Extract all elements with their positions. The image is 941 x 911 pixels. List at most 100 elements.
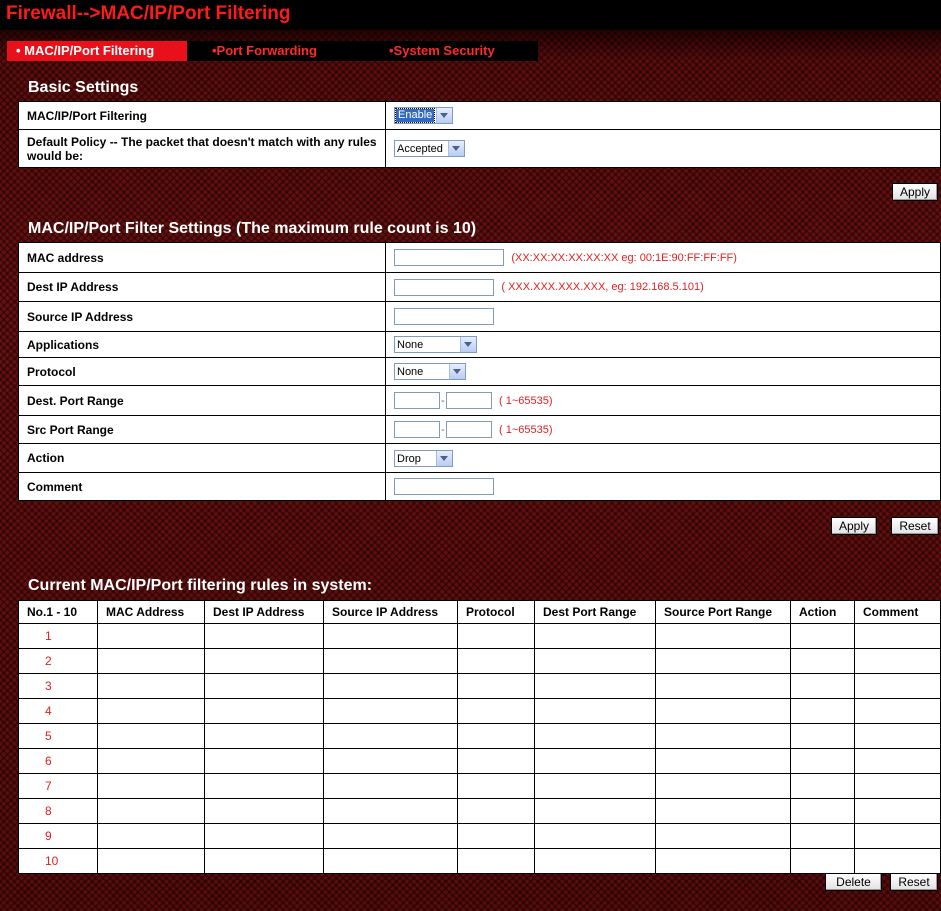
mac-address-input[interactable] [394, 249, 504, 266]
filter-reset-button[interactable]: Reset [891, 517, 939, 535]
table-cell [457, 823, 535, 849]
table-cell [97, 773, 205, 799]
table-cell [204, 623, 324, 649]
table-row: 3 [18, 673, 941, 699]
table-cell [655, 823, 791, 849]
rules-heading: Current MAC/IP/Port filtering rules in s… [28, 577, 373, 594]
dest-port-end-input[interactable] [445, 392, 492, 409]
table-cell [854, 698, 941, 724]
column-header: Source IP Address [323, 600, 458, 624]
table-cell [457, 848, 535, 874]
table-cell [790, 648, 855, 674]
table-cell [323, 623, 458, 649]
delete-button[interactable]: Delete [825, 873, 882, 891]
tab-port-forwarding[interactable]: •Port Forwarding [212, 41, 317, 61]
src-port-end-input[interactable] [445, 421, 492, 438]
table-cell [323, 748, 458, 774]
table-cell [323, 648, 458, 674]
table-cell [323, 773, 458, 799]
default-policy-label: Default Policy -- The packet that doesn'… [18, 129, 386, 168]
column-header: No.1 - 10 [18, 600, 98, 624]
table-cell [204, 773, 324, 799]
action-label: Action [18, 443, 386, 473]
table-cell [655, 673, 791, 699]
dest-ip-input[interactable] [394, 278, 494, 296]
mac-address-hint: (XX:XX:XX:XX:XX:XX eg: 00:1E:90:FF:FF:FF… [511, 251, 737, 264]
applications-select[interactable]: None [394, 336, 477, 353]
table-cell [457, 773, 535, 799]
rules-reset-button[interactable]: Reset [890, 873, 938, 891]
table-cell [323, 798, 458, 824]
table-cell [655, 798, 791, 824]
table-cell [323, 698, 458, 724]
src-port-range-label: Src Port Range [18, 415, 386, 444]
table-cell [204, 798, 324, 824]
filter-settings-table: MAC address (XX:XX:XX:XX:XX:XX eg: 00:1E… [18, 242, 941, 501]
source-ip-label: Source IP Address [18, 301, 386, 332]
filter-apply-button[interactable]: Apply [831, 517, 877, 535]
table-cell [457, 623, 535, 649]
table-cell [323, 848, 458, 874]
dest-ip-label: Dest IP Address [18, 272, 386, 302]
dest-port-start-input[interactable] [394, 392, 440, 409]
rule-number: 8 [18, 798, 98, 824]
chevron-down-icon [436, 450, 452, 466]
default-policy-select[interactable]: Accepted [394, 140, 465, 157]
table-row: 4 [18, 698, 941, 724]
applications-selected-value: None [397, 339, 424, 351]
basic-settings-table: MAC/IP/Port Filtering Enable Default Pol… [18, 101, 941, 168]
tab-mac-ip-port-filtering[interactable]: • MAC/IP/Port Filtering [7, 41, 187, 61]
rule-number: 5 [18, 723, 98, 749]
table-cell [97, 848, 205, 874]
table-cell [534, 748, 656, 774]
table-cell [854, 623, 941, 649]
rule-number: 3 [18, 673, 98, 699]
action-select[interactable]: Drop [394, 449, 453, 467]
column-header: Dest IP Address [204, 600, 324, 624]
table-cell [854, 673, 941, 699]
table-cell [854, 773, 941, 799]
column-header: Comment [854, 600, 941, 624]
table-cell [97, 698, 205, 724]
table-cell [534, 798, 656, 824]
basic-settings-heading: Basic Settings [28, 79, 139, 96]
rule-number: 6 [18, 748, 98, 774]
table-cell [655, 623, 791, 649]
protocol-select[interactable]: None [394, 363, 466, 380]
rule-number: 7 [18, 773, 98, 799]
column-header: Dest Port Range [534, 600, 656, 624]
src-port-start-input[interactable] [394, 421, 440, 438]
table-cell [204, 698, 324, 724]
table-cell [854, 848, 941, 874]
filtering-select[interactable]: Enable [394, 107, 453, 124]
range-dash: - [441, 394, 445, 407]
dest-ip-hint: ( XXX.XXX.XXX.XXX, eg: 192.168.5.101) [501, 281, 704, 293]
table-cell [204, 823, 324, 849]
basic-apply-button[interactable]: Apply [892, 183, 938, 201]
table-cell [854, 798, 941, 824]
action-selected-value: Drop [397, 452, 421, 465]
table-cell [655, 648, 791, 674]
source-ip-input[interactable] [394, 308, 494, 325]
rule-number: 9 [18, 823, 98, 849]
column-header: MAC Address [97, 600, 205, 624]
table-row: 5 [18, 723, 941, 749]
table-cell [790, 673, 855, 699]
table-cell [790, 798, 855, 824]
default-policy-selected-value: Accepted [397, 143, 443, 155]
table-cell [790, 848, 855, 874]
table-cell [97, 748, 205, 774]
range-dash: - [441, 423, 445, 436]
page-title: Firewall-->MAC/IP/Port Filtering [6, 3, 291, 24]
tab-bar: • MAC/IP/Port Filtering •Port Forwarding… [7, 41, 538, 61]
tab-system-security[interactable]: •System Security [389, 41, 495, 61]
rule-number: 10 [18, 848, 98, 874]
table-cell [457, 648, 535, 674]
table-cell [457, 698, 535, 724]
rule-number: 4 [18, 698, 98, 724]
comment-input[interactable] [394, 478, 494, 495]
table-cell [790, 698, 855, 724]
table-cell [204, 748, 324, 774]
protocol-label: Protocol [18, 357, 386, 386]
table-row: 1 [18, 623, 941, 649]
